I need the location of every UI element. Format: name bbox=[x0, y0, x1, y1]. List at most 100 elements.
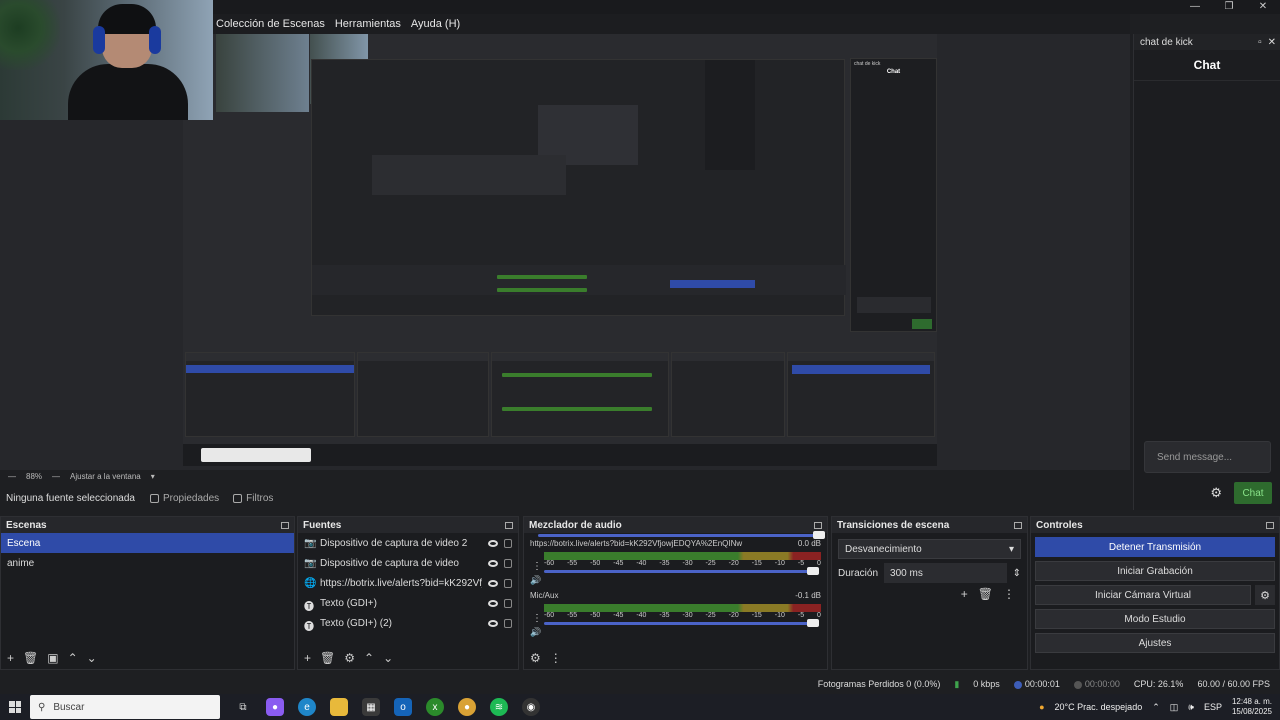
copilot-icon[interactable]: ● bbox=[266, 698, 284, 716]
lock-icon[interactable] bbox=[504, 618, 512, 628]
lock-icon[interactable] bbox=[504, 538, 512, 548]
task-view-icon[interactable]: ⧉ bbox=[234, 698, 252, 716]
stepper-icon[interactable]: ⇕ bbox=[1013, 568, 1021, 579]
scene-item[interactable]: Escena bbox=[1, 533, 294, 553]
weather[interactable]: 20°C Prac. despejado bbox=[1055, 702, 1143, 712]
stop-stream-button[interactable]: Detener Transmisión bbox=[1035, 537, 1275, 557]
clock[interactable]: 12:48 a. m. 15/08/2025 bbox=[1232, 697, 1272, 717]
undock-icon[interactable]: ▫ bbox=[1258, 37, 1262, 48]
chrome-icon[interactable]: ● bbox=[458, 698, 476, 716]
tray-chevron-icon[interactable]: ⌃ bbox=[1152, 702, 1160, 713]
filter-icon[interactable]: ▣ bbox=[47, 651, 58, 665]
move-down-icon[interactable]: ⌄ bbox=[87, 651, 97, 665]
eye-icon[interactable] bbox=[488, 539, 498, 547]
duration-input[interactable]: 300 ms bbox=[884, 563, 1007, 583]
network-icon[interactable]: ◫ bbox=[1170, 702, 1179, 713]
maximize-button[interactable]: ❐ bbox=[1212, 0, 1246, 14]
outlook-icon[interactable]: o bbox=[394, 698, 412, 716]
start-recording-button[interactable]: Iniciar Grabación bbox=[1035, 561, 1275, 581]
filters-button[interactable]: Filtros bbox=[233, 493, 273, 504]
undock-icon[interactable] bbox=[281, 521, 289, 529]
menu-help[interactable]: Ayuda (H) bbox=[411, 18, 460, 30]
edge-icon[interactable]: e bbox=[298, 698, 316, 716]
move-up-icon[interactable]: ⌃ bbox=[68, 651, 78, 665]
undock-icon[interactable] bbox=[814, 521, 822, 529]
volume-fader[interactable] bbox=[544, 619, 819, 627]
chat-header: Chat bbox=[1134, 50, 1280, 81]
menu-tools[interactable]: Herramientas bbox=[335, 18, 401, 30]
send-message-input[interactable]: Send message... bbox=[1144, 441, 1271, 473]
eye-icon[interactable] bbox=[488, 619, 498, 627]
gear-icon[interactable]: ⚙ bbox=[344, 651, 355, 665]
meter-tick-label: -15 bbox=[751, 560, 762, 567]
gear-icon[interactable]: ⚙ bbox=[530, 651, 541, 665]
add-icon[interactable]: + bbox=[7, 651, 14, 665]
virtual-camera-button[interactable]: Iniciar Cámara Virtual bbox=[1035, 585, 1251, 605]
controls-dock: Controles Detener Transmisión Iniciar Gr… bbox=[1030, 516, 1280, 670]
start-button[interactable] bbox=[0, 694, 30, 720]
meter-tick-label: -60 bbox=[544, 612, 555, 619]
store-icon[interactable]: ▦ bbox=[362, 698, 380, 716]
zoom-out-icon[interactable]: — bbox=[8, 472, 16, 481]
kebab-icon[interactable]: ⋮ bbox=[550, 651, 562, 665]
lock-icon[interactable] bbox=[504, 558, 512, 568]
trash-icon[interactable]: 🗑 bbox=[23, 651, 38, 665]
cpu-usage: CPU: 26.1% bbox=[1133, 679, 1184, 689]
file-explorer-icon[interactable] bbox=[330, 698, 348, 716]
speaker-icon[interactable]: 🔊 bbox=[530, 575, 541, 586]
volume-icon[interactable]: 🕪 bbox=[1188, 702, 1194, 713]
zoom-in-icon[interactable]: — bbox=[52, 472, 60, 481]
dropped-frames: Fotogramas Perdidos 0 (0.0%) bbox=[817, 679, 941, 689]
minimize-button[interactable]: — bbox=[1178, 0, 1212, 14]
transition-select[interactable]: Desvanecimiento ▾ bbox=[838, 539, 1021, 559]
trash-icon[interactable]: 🗑 bbox=[320, 651, 335, 665]
sources-dock: Fuentes 📷 Dispositivo de captura de video… bbox=[297, 516, 519, 670]
close-button[interactable]: ✕ bbox=[1246, 0, 1280, 14]
undock-icon[interactable] bbox=[505, 521, 513, 529]
add-icon[interactable]: + bbox=[304, 651, 311, 665]
move-down-icon[interactable]: ⌄ bbox=[383, 651, 393, 665]
meter-tick-label: -5 bbox=[797, 612, 805, 619]
scene-item[interactable]: anime bbox=[1, 553, 294, 573]
chevron-down-icon[interactable]: ▾ bbox=[151, 472, 155, 481]
studio-mode-button[interactable]: Modo Estudio bbox=[1035, 609, 1275, 629]
kebab-icon[interactable]: ⋮ bbox=[532, 561, 542, 572]
chat-send-button[interactable]: Chat bbox=[1234, 482, 1272, 504]
source-item[interactable]: 📷 Dispositivo de captura de video 2 bbox=[298, 533, 518, 553]
lock-icon[interactable] bbox=[504, 598, 512, 608]
gear-icon[interactable]: ⚙ bbox=[1210, 485, 1222, 501]
gear-icon[interactable]: ⚙ bbox=[1255, 585, 1275, 605]
zoom-fit[interactable]: Ajustar a la ventana bbox=[70, 472, 141, 481]
source-item[interactable]: 📷 Dispositivo de captura de video bbox=[298, 553, 518, 573]
sources-title: Fuentes bbox=[303, 519, 342, 531]
spotify-icon[interactable]: ≋ bbox=[490, 698, 508, 716]
status-bar: Fotogramas Perdidos 0 (0.0%) ▮ 0 kbps 00… bbox=[0, 674, 1280, 694]
source-item[interactable]: 🌐https://botrix.live/alerts?bid=kK292Vfj… bbox=[298, 573, 518, 593]
kebab-icon[interactable]: ⋮ bbox=[532, 613, 542, 624]
trash-icon[interactable]: 🗑 bbox=[978, 587, 993, 601]
meter-tick-label: -25 bbox=[705, 612, 716, 619]
menu-scene-collection[interactable]: Colección de Escenas bbox=[216, 18, 325, 30]
lock-icon[interactable] bbox=[504, 578, 512, 588]
add-icon[interactable]: + bbox=[961, 587, 968, 601]
close-icon[interactable]: ✕ bbox=[1268, 37, 1276, 48]
speaker-icon[interactable]: 🔊 bbox=[530, 627, 541, 638]
obs-icon[interactable]: ◉ bbox=[522, 698, 540, 716]
undock-icon[interactable] bbox=[1266, 521, 1274, 529]
settings-button[interactable]: Ajustes bbox=[1035, 633, 1275, 653]
undock-icon[interactable] bbox=[1014, 521, 1022, 529]
kebab-icon[interactable]: ⋮ bbox=[1003, 587, 1015, 601]
eye-icon[interactable] bbox=[488, 579, 498, 587]
move-up-icon[interactable]: ⌃ bbox=[364, 651, 374, 665]
source-item[interactable]: 🅣 Texto (GDI+) (2) bbox=[298, 613, 518, 633]
source-item[interactable]: 🅣 Texto (GDI+) bbox=[298, 593, 518, 613]
eye-icon[interactable] bbox=[488, 559, 498, 567]
properties-button[interactable]: Propiedades bbox=[150, 493, 219, 504]
language[interactable]: ESP bbox=[1204, 702, 1222, 712]
source-toolbar: Ninguna fuente seleccionada Propiedades … bbox=[0, 484, 1130, 512]
volume-fader[interactable] bbox=[544, 567, 819, 575]
eye-icon[interactable] bbox=[488, 599, 498, 607]
xbox-icon[interactable]: x bbox=[426, 698, 444, 716]
taskbar-search[interactable]: ⚲ Buscar bbox=[30, 695, 220, 719]
fader-partial[interactable] bbox=[538, 531, 825, 539]
